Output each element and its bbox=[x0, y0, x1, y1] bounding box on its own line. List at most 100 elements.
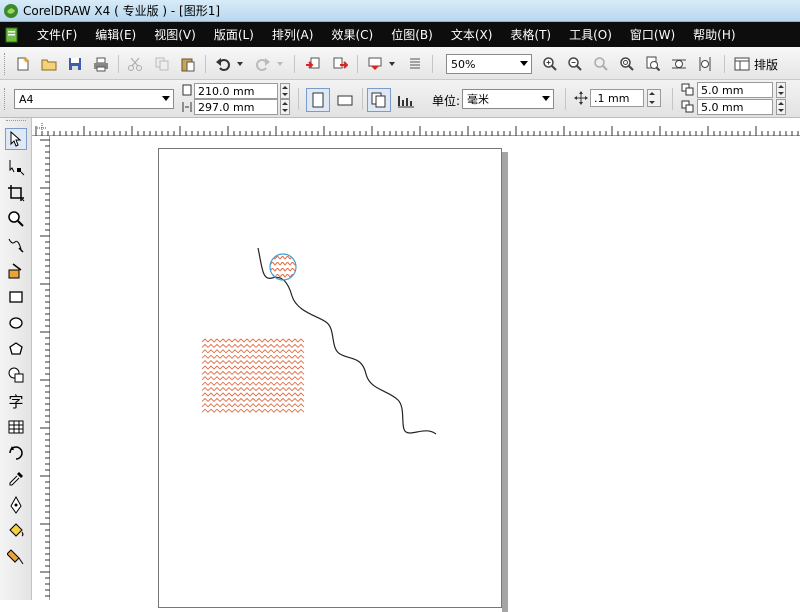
zoom-in-button[interactable] bbox=[539, 53, 561, 75]
smart-fill-tool[interactable] bbox=[5, 260, 27, 282]
zoom-all-objects-icon bbox=[620, 57, 634, 71]
zoom-selected-button[interactable] bbox=[590, 53, 612, 75]
shape-tool[interactable] bbox=[5, 156, 27, 178]
outline-tool[interactable] bbox=[5, 494, 27, 516]
menu-file[interactable]: 文件(F) bbox=[28, 26, 86, 43]
text-tool-glyph: 字 bbox=[8, 392, 24, 411]
polygon-tool[interactable] bbox=[5, 338, 27, 360]
title-bar: CorelDRAW X4 ( 专业版 ) - [图形1] bbox=[0, 0, 800, 22]
pick-tool[interactable] bbox=[5, 128, 27, 150]
chevron-down-icon[interactable] bbox=[542, 96, 550, 101]
menu-tools[interactable]: 工具(O) bbox=[560, 26, 621, 43]
page-width-field[interactable]: 210.0 mm bbox=[194, 83, 278, 99]
separator bbox=[362, 88, 363, 110]
redo-button[interactable] bbox=[252, 53, 274, 75]
nudge-distance-field[interactable]: .1 mm bbox=[590, 89, 644, 107]
new-document-button[interactable] bbox=[12, 53, 34, 75]
vertical-ruler[interactable] bbox=[32, 136, 50, 600]
all-pages-button[interactable] bbox=[367, 88, 391, 112]
drawing-objects bbox=[201, 247, 437, 435]
paste-button[interactable] bbox=[177, 53, 199, 75]
zoom-level-combo[interactable]: 50% bbox=[446, 54, 532, 74]
fill-tool[interactable] bbox=[5, 520, 27, 542]
save-button[interactable] bbox=[64, 53, 86, 75]
toolbox-grip[interactable] bbox=[6, 120, 26, 123]
export-icon bbox=[333, 57, 348, 69]
chevron-down-icon[interactable] bbox=[162, 96, 170, 101]
rectangle-tool[interactable] bbox=[5, 286, 27, 308]
zoom-page-width-button[interactable] bbox=[668, 53, 690, 75]
menu-layout[interactable]: 版面(L) bbox=[205, 26, 263, 43]
toolbar-grip[interactable] bbox=[4, 53, 7, 75]
zigzag-line bbox=[201, 338, 305, 343]
toolbar-grip[interactable] bbox=[4, 88, 7, 110]
page-height-spinner[interactable] bbox=[280, 99, 290, 115]
duplicate-y-spinner[interactable] bbox=[776, 99, 786, 115]
nudge-distance-spinner[interactable] bbox=[647, 89, 661, 107]
crop-tool[interactable] bbox=[5, 182, 27, 204]
chevron-down-icon bbox=[389, 62, 395, 66]
table-tool[interactable] bbox=[5, 416, 27, 438]
interactive-blend-tool[interactable] bbox=[5, 442, 27, 464]
zigzag-line bbox=[201, 386, 305, 392]
menu-arrange[interactable]: 排列(A) bbox=[263, 26, 323, 43]
menu-help[interactable]: 帮助(H) bbox=[684, 26, 744, 43]
interactive-fill-tool[interactable] bbox=[5, 546, 27, 568]
layout-button[interactable]: 排版 bbox=[734, 53, 794, 75]
copy-button[interactable] bbox=[151, 53, 173, 75]
duplicate-x-spinner[interactable] bbox=[776, 82, 786, 98]
welcome-screen-button[interactable] bbox=[404, 53, 426, 75]
document-icon[interactable] bbox=[4, 27, 20, 43]
chevron-down-icon bbox=[237, 62, 243, 66]
paste-icon bbox=[181, 58, 195, 72]
copy-icon bbox=[155, 57, 169, 71]
open-button[interactable] bbox=[38, 53, 60, 75]
current-page-button[interactable] bbox=[394, 88, 418, 112]
cut-button[interactable] bbox=[124, 53, 146, 75]
ellipse-tool[interactable] bbox=[5, 312, 27, 334]
menu-view[interactable]: 视图(V) bbox=[145, 26, 205, 43]
redo-dropdown[interactable] bbox=[274, 53, 286, 75]
zoom-selected-icon bbox=[594, 57, 608, 71]
eyedropper-tool[interactable] bbox=[5, 468, 27, 490]
application-launcher-button[interactable] bbox=[364, 53, 386, 75]
launcher-dropdown[interactable] bbox=[386, 53, 398, 75]
undo-button[interactable] bbox=[212, 53, 234, 75]
units-combo[interactable]: 毫米 bbox=[462, 89, 554, 109]
property-bar: A4 210.0 mm 297.0 mm 单位: 毫米 .1 mm 5.0 mm bbox=[0, 80, 800, 118]
zoom-out-button[interactable] bbox=[564, 53, 586, 75]
menu-window[interactable]: 窗口(W) bbox=[621, 26, 684, 43]
landscape-button[interactable] bbox=[333, 88, 357, 112]
undo-dropdown[interactable] bbox=[234, 53, 246, 75]
menu-text[interactable]: 文本(X) bbox=[442, 26, 502, 43]
vertical-ruler-ticks bbox=[40, 139, 50, 597]
crosshair-icon[interactable] bbox=[36, 122, 48, 134]
zoom-tool[interactable] bbox=[5, 208, 27, 230]
page-height-field[interactable]: 297.0 mm bbox=[194, 99, 278, 115]
page-size-combo[interactable]: A4 bbox=[14, 89, 174, 109]
zigzag-pattern-block[interactable] bbox=[201, 338, 305, 413]
menu-bitmaps[interactable]: 位图(B) bbox=[382, 26, 442, 43]
text-tool[interactable]: 字 bbox=[5, 390, 27, 412]
portrait-button[interactable] bbox=[306, 88, 330, 112]
zoom-page-button[interactable] bbox=[642, 53, 664, 75]
print-button[interactable] bbox=[90, 53, 112, 75]
chevron-down-icon[interactable] bbox=[520, 61, 528, 66]
page-width-spinner[interactable] bbox=[280, 83, 290, 99]
menu-edit[interactable]: 编辑(E) bbox=[86, 26, 145, 43]
zoom-page-width-icon bbox=[672, 59, 686, 69]
menu-effects[interactable]: 效果(C) bbox=[322, 26, 382, 43]
drawing-window[interactable] bbox=[50, 136, 800, 612]
horizontal-ruler[interactable] bbox=[32, 118, 800, 136]
export-button[interactable] bbox=[329, 53, 351, 75]
duplicate-x-field[interactable]: 5.0 mm bbox=[697, 82, 773, 98]
import-button[interactable] bbox=[302, 53, 324, 75]
window-title: CorelDRAW X4 ( 专业版 ) - [图形1] bbox=[23, 4, 221, 18]
zoom-all-objects-button[interactable] bbox=[616, 53, 638, 75]
menu-table[interactable]: 表格(T) bbox=[501, 26, 560, 43]
basic-shapes-tool[interactable] bbox=[5, 364, 27, 386]
eyedropper-icon bbox=[9, 472, 23, 486]
zoom-page-height-button[interactable] bbox=[694, 53, 716, 75]
freehand-tool[interactable] bbox=[5, 234, 27, 256]
duplicate-y-field[interactable]: 5.0 mm bbox=[697, 99, 773, 115]
